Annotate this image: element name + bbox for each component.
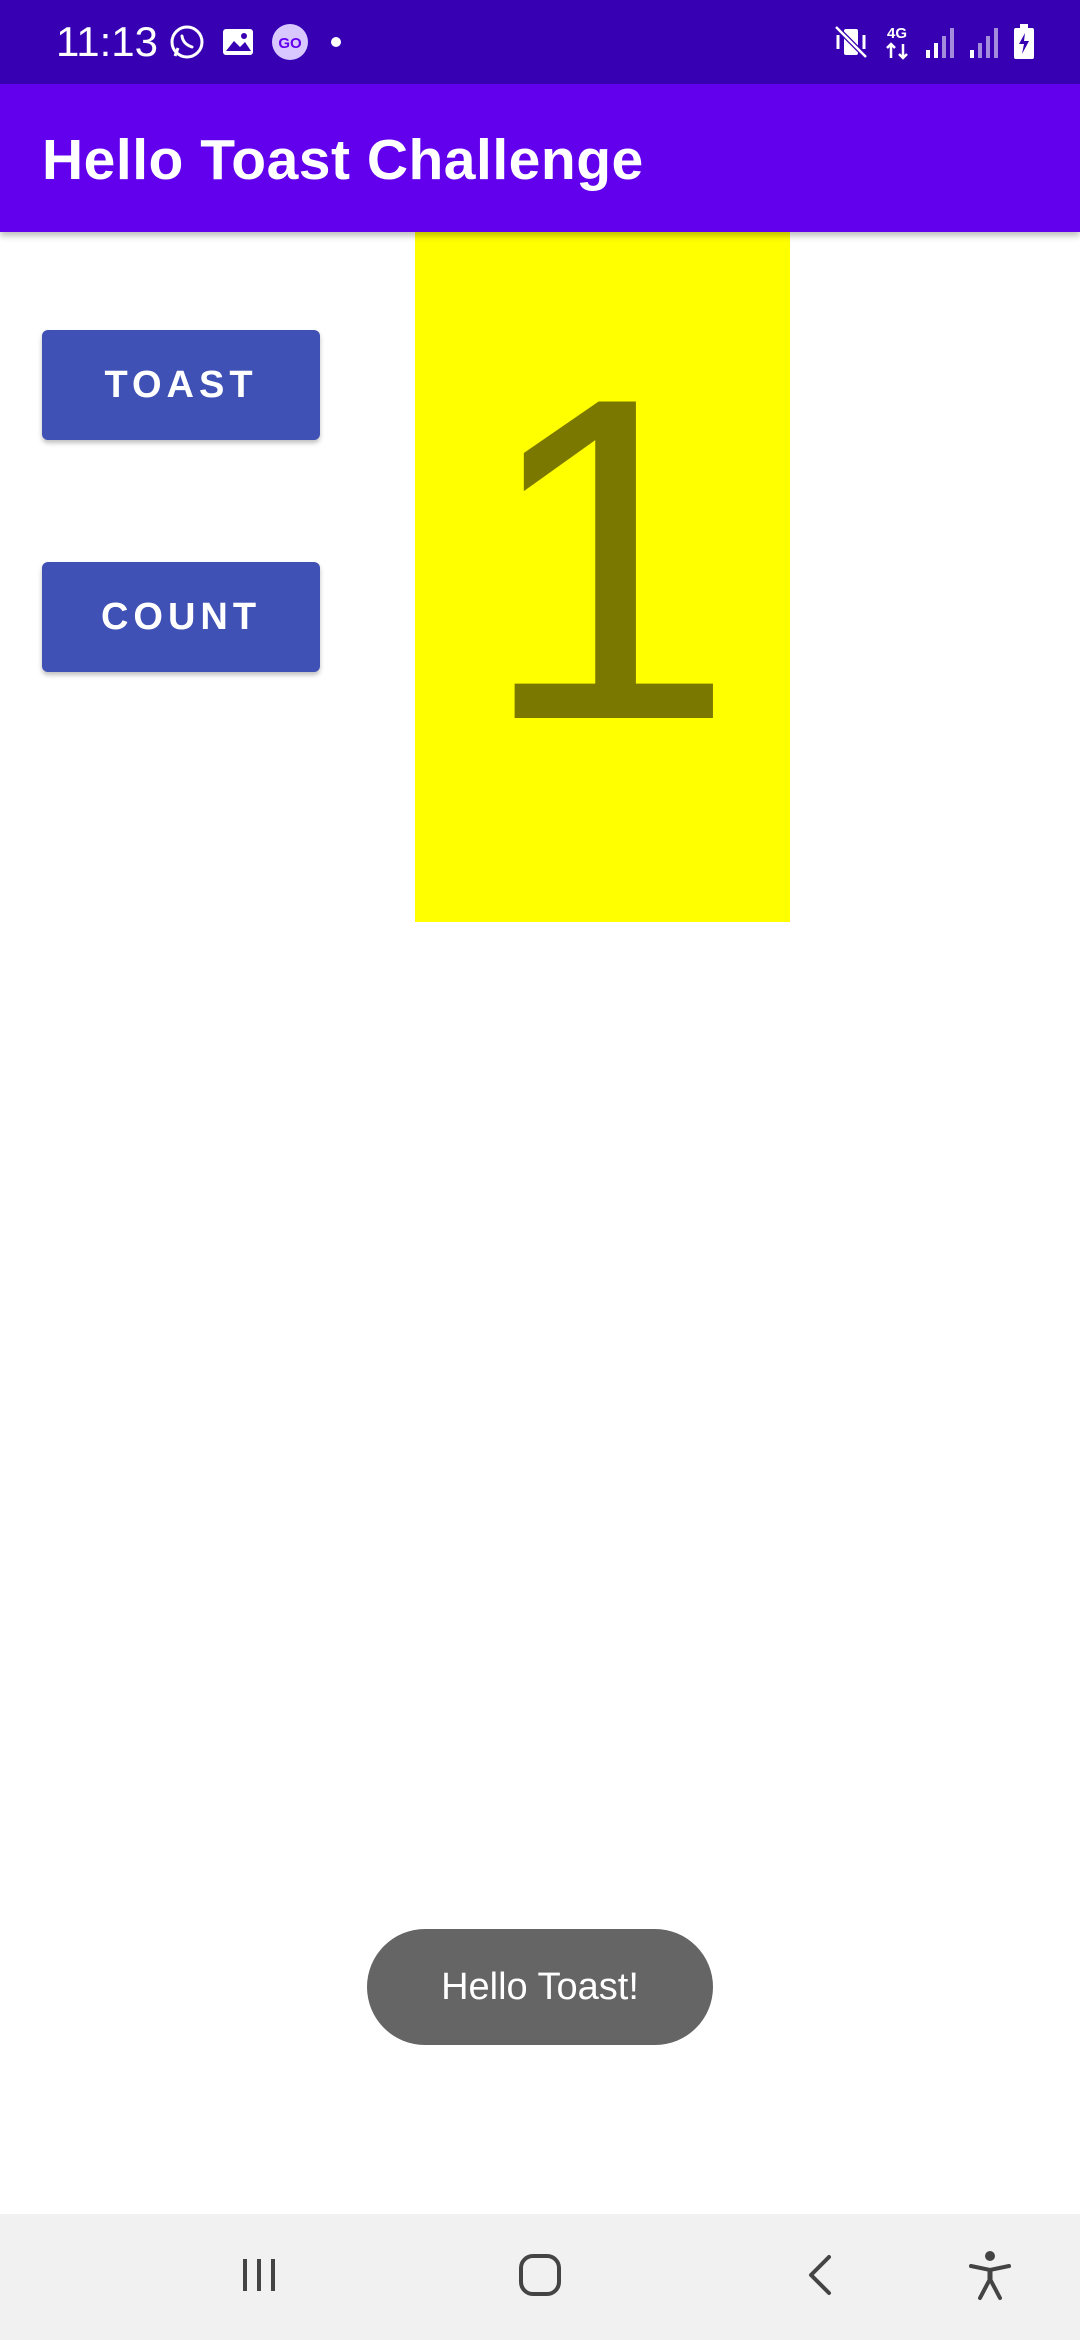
navigation-bar (0, 2214, 1080, 2340)
svg-text:4G: 4G (887, 25, 907, 42)
battery-charging-icon (1012, 23, 1036, 61)
status-bar: 11:13 GO 4G (0, 0, 1080, 84)
count-display: 1 (415, 232, 790, 922)
count-value: 1 (479, 303, 736, 816)
recents-button[interactable] (224, 2242, 294, 2312)
status-left-icons: GO (168, 22, 348, 62)
status-time: 11:13 (56, 18, 158, 65)
whatsapp-icon (168, 23, 206, 61)
home-icon (516, 2251, 564, 2304)
signal-icon (924, 24, 956, 60)
home-button[interactable] (505, 2242, 575, 2312)
accessibility-button[interactable] (955, 2242, 1025, 2312)
svg-text:GO: GO (278, 35, 302, 52)
gallery-icon (220, 24, 256, 60)
4g-data-icon: 4G (882, 22, 912, 62)
app-bar: Hello Toast Challenge (0, 84, 1080, 232)
screen: 11:13 GO 4G Hello Toast Challenge TOAST … (0, 0, 1080, 2340)
toast-message: Hello Toast! (367, 1929, 713, 2045)
status-right-icons: 4G (832, 20, 1036, 64)
recents-icon (237, 2253, 281, 2302)
count-button[interactable]: COUNT (42, 562, 320, 672)
notification-dot-icon (324, 30, 348, 54)
signal-icon (968, 24, 1000, 60)
back-button[interactable] (786, 2242, 856, 2312)
back-icon (799, 2253, 843, 2302)
app-title: Hello Toast Challenge (42, 128, 644, 192)
accessibility-icon (966, 2249, 1014, 2306)
go-icon: GO (270, 22, 310, 62)
toast-button[interactable]: TOAST (42, 330, 320, 440)
mute-vibrate-icon (832, 23, 870, 61)
